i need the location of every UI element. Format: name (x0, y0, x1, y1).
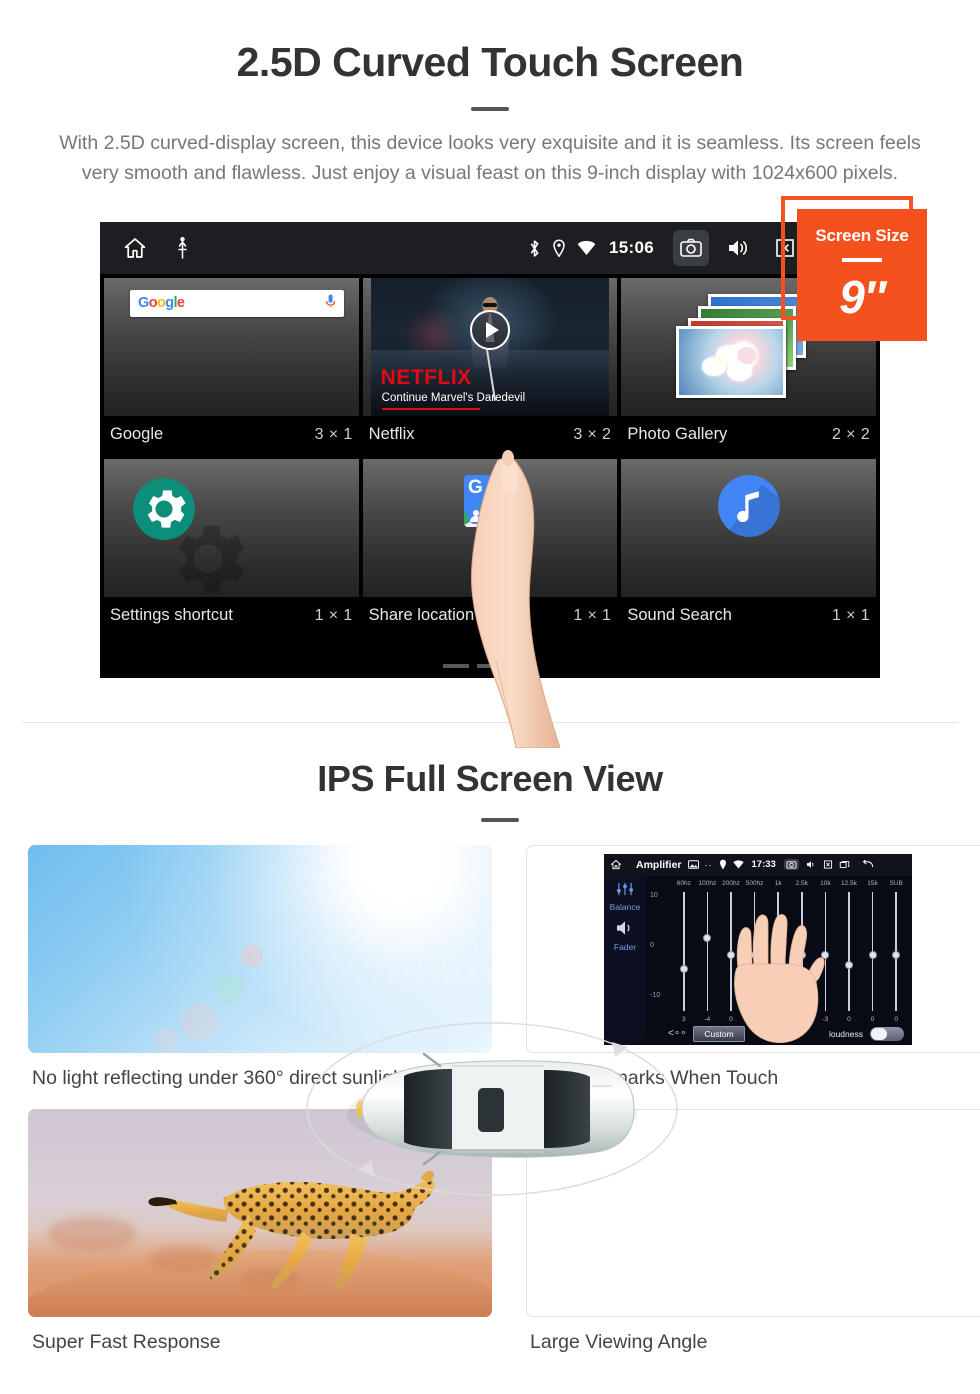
car-top-view-rotation-image (28, 845, 956, 1373)
widget-name: Share location (368, 606, 475, 624)
share-location-widget-preview: G (362, 459, 618, 597)
widget-sound-search-labels: Sound Search 1 × 1 (621, 597, 876, 636)
widget-size: 3 × 1 (314, 425, 353, 443)
badge-divider (842, 258, 882, 262)
google-logo: Google (138, 295, 185, 312)
product-feature-page: 2.5D Curved Touch Screen With 2.5D curve… (0, 0, 980, 1394)
section1-description: With 2.5D curved-display screen, this de… (59, 132, 921, 184)
netflix-brand: NETFLIX (380, 366, 472, 389)
widget-share-location-labels: Share location 1 × 1 (363, 597, 618, 636)
widget-name: Photo Gallery (627, 425, 728, 443)
camera-icon[interactable] (673, 230, 709, 266)
section2-title-underline (481, 818, 519, 822)
android-home-screen: 15:06 Google Google 3 × 1 NETFLIX Contin… (100, 222, 880, 678)
section2-title: IPS Full Screen View (317, 758, 663, 799)
android-status-bar: 15:06 (100, 222, 880, 274)
sound-search-widget-preview (621, 459, 877, 597)
google-search-bar[interactable]: Google (130, 290, 344, 317)
widget-size: 1 × 1 (831, 606, 871, 624)
play-icon[interactable] (470, 310, 510, 351)
music-note-icon (717, 475, 780, 537)
car-rotation-diagram (306, 1022, 678, 1196)
feature-row-2: Super Fast Response Large Viewing Angle (28, 1022, 980, 1370)
widget-netflix-labels: Netflix 3 × 2 (363, 416, 618, 455)
screen-size-badge: Screen Size 9″ (797, 209, 927, 341)
settings-widget-preview (104, 459, 359, 597)
android-device-screenshot: 15:06 Google Google 3 × 1 NETFLIX Contin… (100, 222, 880, 678)
netflix-widget-preview: NETFLIX Continue Marvel's Daredevil (362, 278, 618, 416)
widget-size: 3 × 2 (573, 425, 612, 443)
title-underline (471, 107, 509, 111)
mic-icon[interactable] (325, 294, 336, 314)
page-indicator[interactable] (443, 664, 537, 668)
widget-settings-shortcut[interactable]: Settings shortcut 1 × 1 (104, 459, 359, 636)
widget-picker: Google Google 3 × 1 NETFLIX Continue Mar… (100, 274, 880, 678)
wifi-icon (577, 240, 596, 256)
widget-size: 2 × 2 (831, 425, 871, 443)
page-dot[interactable] (443, 664, 469, 668)
page-title: 2.5D Curved Touch Screen (236, 39, 744, 85)
widget-size: 1 × 1 (314, 606, 353, 624)
widget-settings-labels: Settings shortcut 1 × 1 (104, 597, 359, 636)
widget-row-2: Settings shortcut 1 × 1 G Share location… (100, 455, 880, 636)
netflix-subtitle: Continue Marvel's Daredevil (381, 392, 526, 404)
widget-name: Settings shortcut (110, 606, 233, 624)
widget-share-location[interactable]: G Share location 1 × 1 (362, 459, 618, 636)
page-dot[interactable] (477, 664, 503, 668)
feature-item-viewing-angle: Large Viewing Angle (306, 1022, 980, 1370)
volume-icon[interactable] (720, 230, 756, 266)
gear-icon (132, 477, 196, 541)
widget-sound-search[interactable]: Sound Search 1 × 1 (621, 459, 877, 636)
section-divider (22, 722, 958, 723)
widget-row-1: Google Google 3 × 1 NETFLIX Continue Mar… (100, 274, 880, 455)
widget-photo-gallery-labels: Photo Gallery 2 × 2 (621, 416, 876, 455)
google-widget-preview: Google (104, 278, 359, 416)
widget-netflix[interactable]: NETFLIX Continue Marvel's Daredevil Netf… (362, 278, 618, 455)
badge-title: Screen Size (815, 226, 909, 245)
widget-google[interactable]: Google Google 3 × 1 (104, 278, 359, 455)
widget-name: Netflix (368, 425, 415, 443)
netflix-progress-bar (381, 407, 480, 410)
widget-name: Google (110, 425, 164, 443)
page-dot-active[interactable] (511, 664, 537, 668)
home-icon[interactable] (122, 236, 148, 260)
feature-grid: No light reflecting under 360° direct su… (28, 845, 980, 1373)
badge-value: 9″ (839, 271, 886, 323)
widget-name: Sound Search (627, 606, 732, 624)
usb-icon[interactable] (176, 237, 189, 259)
google-maps-icon: G (464, 475, 516, 527)
bluetooth-icon (528, 239, 541, 258)
location-pin-icon (552, 238, 566, 258)
status-bar-clock: 15:06 (609, 238, 654, 257)
widget-google-labels: Google 3 × 1 (104, 416, 359, 455)
widget-size: 1 × 1 (573, 606, 612, 624)
car-card (306, 1022, 980, 1317)
